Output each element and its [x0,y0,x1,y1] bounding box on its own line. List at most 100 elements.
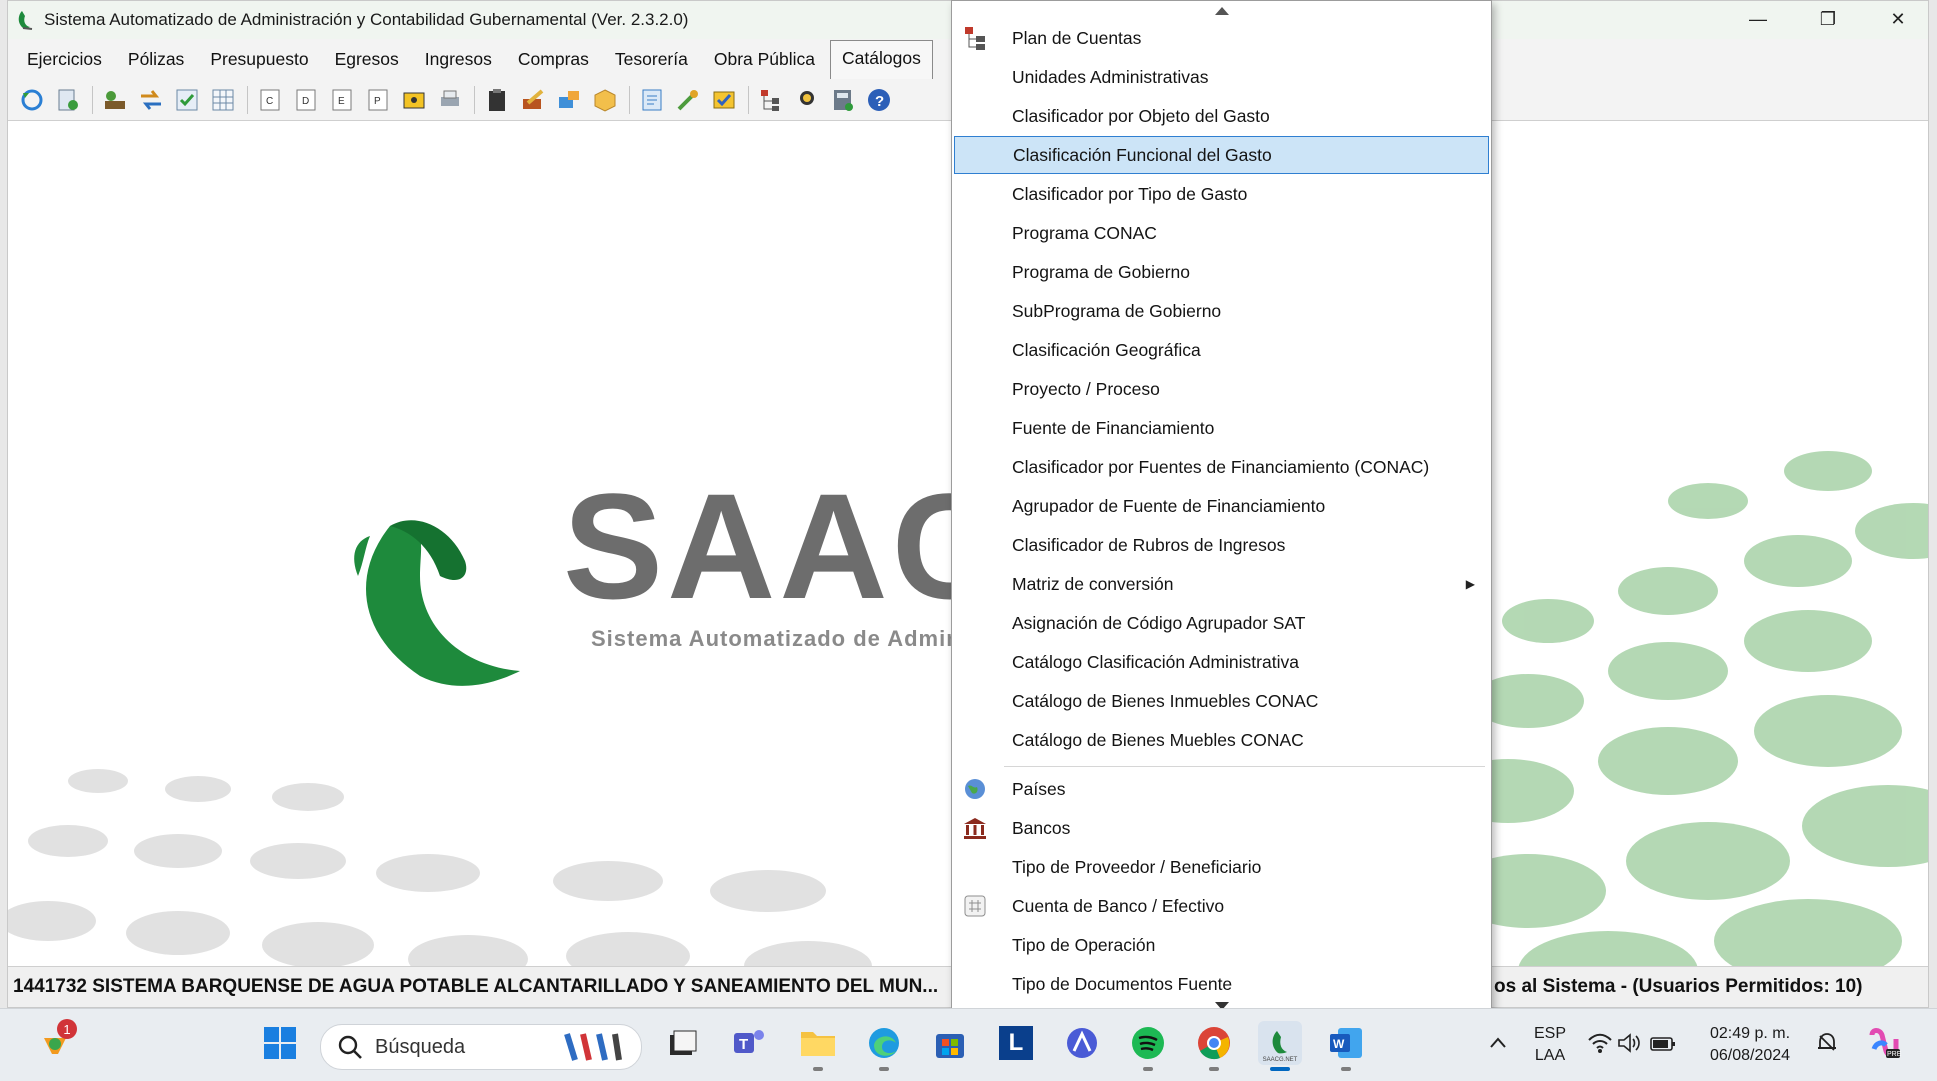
menu-tesoreria[interactable]: Tesorería [604,42,699,76]
menu-item-clasificacion-geografica[interactable]: Clasificación Geográfica [954,331,1489,369]
wifi-icon[interactable] [1586,1021,1614,1065]
copilot-app-icon[interactable] [1060,1021,1104,1065]
teams-icon[interactable]: T [728,1021,772,1065]
menu-item-cuenta-banco[interactable]: Cuenta de Banco / Efectivo [954,887,1489,925]
menu-item-bienes-inmuebles[interactable]: Catálogo de Bienes Inmuebles CONAC [954,682,1489,720]
spotify-icon[interactable] [1126,1021,1170,1071]
menu-item-clasificador-rubros-ingresos[interactable]: Clasificador de Rubros de Ingresos [954,526,1489,564]
menu-obra-publica[interactable]: Obra Pública [703,42,826,76]
start-button[interactable] [258,1021,302,1065]
svg-text:T: T [739,1036,748,1053]
notifications-icon[interactable] [1812,1021,1842,1065]
c-document-icon[interactable]: C [256,86,284,114]
menu-presupuesto[interactable]: Presupuesto [199,42,319,76]
grid-table-icon[interactable] [209,86,237,114]
menu-ingresos[interactable]: Ingresos [414,42,503,76]
edge-icon[interactable] [862,1021,906,1071]
users-icon[interactable] [101,86,129,114]
menu-item-clasificador-objeto-gasto[interactable]: Clasificador por Objeto del Gasto [954,97,1489,135]
menu-item-unidades-administrativas[interactable]: Unidades Administrativas [954,58,1489,96]
close-button[interactable]: ✕ [1866,0,1930,38]
report-settings-icon[interactable] [54,86,82,114]
clock-date: 06/08/2024 [1709,1047,1791,1064]
menu-item-programa-gobierno[interactable]: Programa de Gobierno [954,253,1489,291]
chevron-up-icon[interactable] [1476,1021,1520,1065]
store-icon[interactable] [928,1021,972,1065]
calculator-icon[interactable] [829,86,857,114]
clipboard-icon[interactable] [483,86,511,114]
menu-item-agrupador-fuente[interactable]: Agrupador de Fuente de Financiamiento [954,487,1489,525]
file-explorer-icon[interactable] [796,1021,840,1071]
svg-text:C: C [266,96,273,107]
menu-item-programa-conac[interactable]: Programa CONAC [954,214,1489,252]
saacg-app-icon [14,9,36,31]
tools-icon[interactable] [674,86,702,114]
battery-icon[interactable] [1648,1021,1678,1065]
task-view-icon[interactable] [660,1021,704,1065]
menu-polizas[interactable]: Pólizas [117,42,195,76]
taskbar-search[interactable]: Búsqueda [320,1024,642,1070]
hierarchy-icon[interactable] [757,86,785,114]
menu-item-fuente-financiamiento[interactable]: Fuente de Financiamiento [954,409,1489,447]
package-icon[interactable] [591,86,619,114]
menu-item-clasificador-tipo-gasto[interactable]: Clasificador por Tipo de Gasto [954,175,1489,213]
running-indicator [879,1067,889,1071]
bank-icon [960,813,990,843]
e-document-icon[interactable]: E [328,86,356,114]
menu-item-bancos[interactable]: Bancos [954,809,1489,847]
minimize-button[interactable]: — [1726,0,1790,38]
chrome-icon[interactable] [1192,1021,1236,1071]
user-key-icon[interactable] [793,86,821,114]
svg-text:PRE: PRE [1887,1051,1902,1058]
svg-text:?: ? [875,93,884,110]
search-placeholder: Búsqueda [375,1035,466,1058]
restore-button[interactable]: ❐ [1796,0,1860,38]
d-document-icon[interactable]: D [292,86,320,114]
menu-catalogos[interactable]: Catálogos [830,39,933,79]
menu-separator [1004,766,1485,767]
l-app-icon[interactable]: L [994,1021,1038,1065]
menu-item-paises[interactable]: Países [954,770,1489,808]
printer-icon[interactable] [436,86,464,114]
transfer-icon[interactable] [137,86,165,114]
svg-text:W: W [1333,1037,1345,1051]
approve-icon[interactable] [710,86,738,114]
clock[interactable]: 02:49 p. m. 06/08/2024 [1700,1023,1800,1067]
toolbar-separator [629,85,630,114]
submenu-arrow-icon: ▶ [1465,577,1475,591]
scroll-up-arrow-icon[interactable] [952,1,1491,21]
menu-ejercicios[interactable]: Ejercicios [16,42,113,76]
clock-time: 02:49 p. m. [1709,1025,1791,1042]
checklist-icon[interactable] [173,86,201,114]
menu-item-plan-de-cuentas[interactable]: Plan de Cuentas [954,19,1489,57]
saacg-logo-mark [354,520,520,686]
edit-icon[interactable] [519,86,547,114]
menu-item-tipo-proveedor[interactable]: Tipo de Proveedor / Beneficiario [954,848,1489,886]
menu-egresos[interactable]: Egresos [324,42,410,76]
toolbar-separator [92,85,93,114]
menu-item-bienes-muebles[interactable]: Catálogo de Bienes Muebles CONAC [954,721,1489,759]
saacg-taskbar-icon[interactable]: SAACG.NET [1258,1021,1302,1071]
copilot-icon[interactable]: PRE [1862,1021,1906,1065]
language-indicator[interactable]: ESP LAA [1530,1023,1570,1067]
money-icon[interactable] [400,86,428,114]
menu-item-subprograma-gobierno[interactable]: SubPrograma de Gobierno [954,292,1489,330]
menu-item-matriz-conversion[interactable]: Matriz de conversión ▶ [954,565,1489,603]
users-status: os al Sistema - (Usuarios Permitidos: 10… [1494,976,1863,997]
volume-icon[interactable] [1616,1021,1644,1065]
widgets-icon[interactable]: 1 [33,1019,77,1065]
notes-icon[interactable] [638,86,666,114]
refresh-icon[interactable] [18,86,46,114]
p-document-icon[interactable]: P [364,86,392,114]
menu-item-clasificacion-administrativa[interactable]: Catálogo Clasificación Administrativa [954,643,1489,681]
menu-item-clasificador-fuentes-conac[interactable]: Clasificador por Fuentes de Financiamien… [954,448,1489,486]
menu-item-clasificacion-funcional-gasto[interactable]: Clasificación Funcional del Gasto [954,136,1489,174]
word-icon[interactable]: W [1324,1021,1368,1071]
help-icon[interactable]: ? [865,86,893,114]
menu-item-codigo-agrupador-sat[interactable]: Asignación de Código Agrupador SAT [954,604,1489,642]
menu-compras[interactable]: Compras [507,42,600,76]
network-icon[interactable] [555,86,583,114]
menu-item-tipo-operacion[interactable]: Tipo de Operación [954,926,1489,964]
language-code: ESP [1533,1025,1566,1042]
menu-item-proyecto-proceso[interactable]: Proyecto / Proceso [954,370,1489,408]
